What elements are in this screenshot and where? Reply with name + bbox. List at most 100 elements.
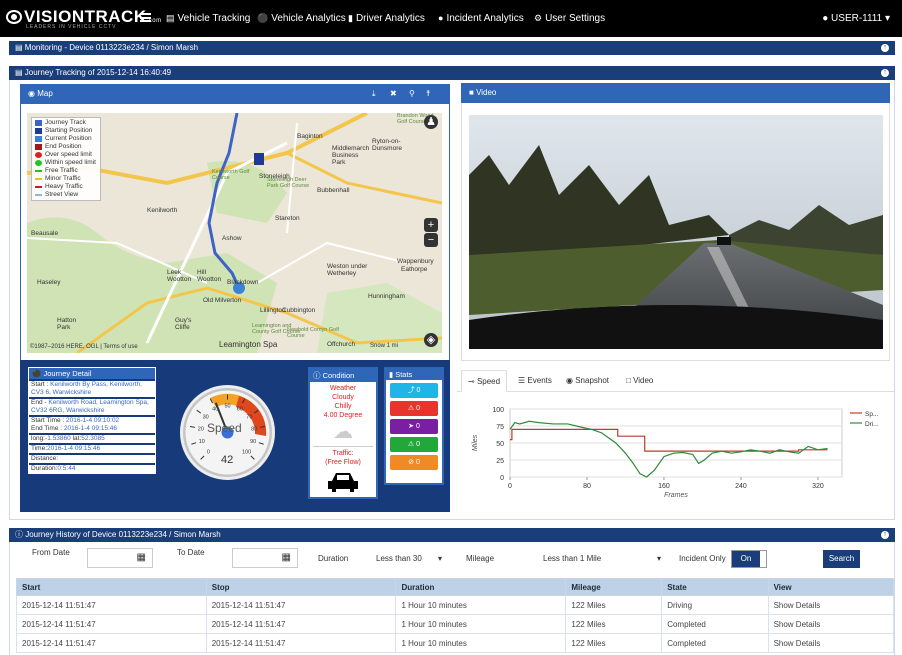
calendar-icon[interactable]: ▦ (137, 552, 146, 563)
toggle-panel-icon[interactable]: ↑ (881, 69, 889, 77)
map-layers-icon[interactable]: ◈ (424, 333, 438, 347)
user-name: USER-1111 (831, 13, 883, 24)
column-header[interactable]: Mileage (565, 578, 663, 596)
toggle-panel-icon[interactable]: ↑ (881, 531, 889, 539)
speed-chart-svg: 0 25 50 75 100 0 80 160 240 320 Frames Miles Sp... Dr… (472, 407, 879, 499)
legend-item: Heavy Traffic (35, 183, 97, 191)
gauge-tick-label: 50 (224, 404, 230, 410)
y-tick-label: 50 (496, 441, 504, 448)
legend-item: End Position (35, 143, 97, 151)
legend-swatch (35, 170, 42, 172)
map-place-label: Bubbenhall (317, 187, 350, 194)
toggle-panel-icon[interactable]: ↑ (881, 44, 889, 52)
legend-swatch (35, 152, 42, 158)
stat-acceleration-button[interactable]: ➤ 0 (390, 419, 438, 434)
stats-box: ▮ Stats ⤴ 0 ⚠ 0 ➤ 0 ⚠ 0 ⊘ 0 (384, 367, 444, 485)
warning-icon: ⚠ (407, 441, 417, 448)
legend-label: Current Position (45, 135, 92, 142)
hamburger-menu-icon[interactable] (140, 13, 151, 22)
map-place-label: Middlemarch Business Park (332, 145, 370, 166)
detail-end: End - Kenilworth Road, Leamington Spa, C… (29, 397, 155, 415)
nav-vehicle-tracking[interactable]: ▤ Vehicle Tracking (166, 13, 250, 24)
column-header[interactable]: Start (16, 578, 207, 596)
visiontrack-logo[interactable]: VISIONTRACK.com LEADERS IN VEHICLE CCTV (6, 5, 161, 33)
starting-position-marker[interactable] (254, 153, 264, 165)
journey-history-header[interactable]: ⓘ Journey History of Device 0113223e234 … (9, 528, 895, 542)
dashcam-image (469, 115, 883, 349)
caret-down-icon: ▾ (882, 13, 890, 24)
stat-cornering-button[interactable]: ⚠ 0 (390, 437, 438, 452)
weather-temperature: 4.00 Degree (323, 412, 363, 419)
show-details-link[interactable]: Show Details (767, 595, 895, 615)
nav-vehicle-analytics[interactable]: ⚫ Vehicle Analytics (257, 13, 346, 24)
duration-select[interactable]: Less than 30 ▾ (368, 550, 446, 568)
legend-label: Dri... (865, 421, 879, 428)
to-date-input[interactable]: ▦ (232, 548, 298, 568)
nav-user-settings[interactable]: ⚙ User Settings (534, 13, 605, 24)
fullscreen-icon[interactable]: ✖ (390, 84, 397, 104)
map-place-label: Eathorpe (401, 266, 428, 273)
video-title: Video (476, 88, 497, 97)
table-header-row: Start Stop Duration Mileage State View (16, 578, 895, 596)
gauge-tick-label: 70 (246, 415, 252, 421)
map-place-label: Weston under Wetherley (327, 263, 368, 277)
search-icon[interactable]: ⚲ (409, 84, 415, 104)
journey-tracking-header[interactable]: ▤ Journey Tracking of 2015-12-14 16:40:4… (9, 66, 895, 80)
table-row[interactable]: 2015-12-14 11:51:47 2015-12-14 11:51:47 1 … (16, 614, 895, 634)
legend-swatch (35, 178, 42, 180)
tab-speed[interactable]: ⊸ Speed (461, 370, 508, 392)
traffic-label: Traffic: (332, 450, 354, 457)
monitoring-panel-header[interactable]: ▤ Monitoring - Device 0113223e234 / Simo… (9, 41, 895, 55)
legend-swatch (35, 160, 42, 166)
stat-idling-button[interactable]: ⊘ 0 (390, 455, 438, 470)
tab-events[interactable]: ☰ Events (512, 370, 558, 392)
video-frame[interactable] (469, 115, 883, 349)
column-header[interactable]: Duration (395, 578, 567, 596)
video-panel-header: ■ Video (461, 83, 890, 103)
download-icon[interactable]: ⤓ (372, 84, 376, 104)
legend-label: Free Traffic (45, 167, 78, 174)
stat-harsh-braking-button[interactable]: ⚠ 0 (390, 401, 438, 416)
search-button[interactable]: Search (823, 550, 860, 568)
legend-swatch (35, 120, 42, 126)
map-place-label: Guy's Cliffe (175, 317, 192, 331)
eye-logo-icon (6, 10, 22, 24)
tab-video[interactable]: □ Video (620, 370, 659, 392)
pegman-street-view-icon[interactable]: ♟ (424, 115, 438, 129)
calendar-icon[interactable]: ▦ (282, 552, 291, 563)
table-row[interactable]: 2015-12-14 11:51:47 2015-12-14 11:51:47 1 … (16, 633, 895, 653)
detail-times: Start Time : 2016-1-4 09:10:02 End Time :… (29, 415, 155, 433)
map-canvas[interactable]: Baginton Middlemarch Business Park Ryton… (27, 113, 442, 353)
nav-driver-analytics[interactable]: ▮ Driver Analytics (348, 13, 425, 24)
speed-chart: 0 25 50 75 100 0 80 160 240 320 Frames Miles Sp... Dr… (465, 397, 895, 502)
zoom-in-button[interactable]: + (424, 218, 438, 232)
zoom-out-button[interactable]: − (424, 233, 438, 247)
column-header[interactable]: State (661, 578, 769, 596)
y-tick-label: 25 (496, 458, 504, 465)
show-details-link[interactable]: Show Details (767, 633, 895, 653)
user-menu[interactable]: ● USER-1111 ▾ (822, 13, 890, 24)
map-place-label: Lillington (260, 307, 286, 314)
from-date-input[interactable]: ▦ (87, 548, 153, 568)
show-details-link[interactable]: Show Details (767, 614, 895, 634)
legend-label: End Position (45, 143, 82, 150)
toggle-on-label: On (732, 551, 760, 567)
tab-snapshot[interactable]: ◉ Snapshot (560, 370, 615, 392)
gauge-tick-label: 30 (203, 415, 209, 421)
table-row[interactable]: 2015-12-14 11:51:47 2015-12-14 11:51:47 1 … (16, 595, 895, 615)
nav-incident-analytics[interactable]: ● Incident Analytics (438, 13, 524, 24)
map-place-label: Newbold Comyn Golf Course (287, 327, 339, 339)
table-cell: 2015-12-14 11:51:47 (16, 614, 207, 634)
incident-only-toggle[interactable]: On (731, 550, 767, 568)
table-cell: Completed (661, 614, 769, 634)
street-view-icon[interactable]: ☨ (426, 84, 430, 104)
mileage-select[interactable]: Less than 1 Mile ▾ (535, 550, 665, 568)
column-header[interactable]: Stop (205, 578, 397, 596)
condition-box: ⓘ Condition Weather Cloudy Chilly 4.00 D… (308, 367, 378, 499)
x-tick-label: 320 (812, 483, 824, 490)
map-place-label: Stoneleigh Deer Park Golf Course (267, 177, 310, 189)
stat-speeding-button[interactable]: ⤴ 0 (390, 383, 438, 398)
column-header[interactable]: View (767, 578, 895, 596)
map-marker-icon: ◉ (28, 89, 38, 98)
legend-item: Street View (35, 191, 97, 199)
